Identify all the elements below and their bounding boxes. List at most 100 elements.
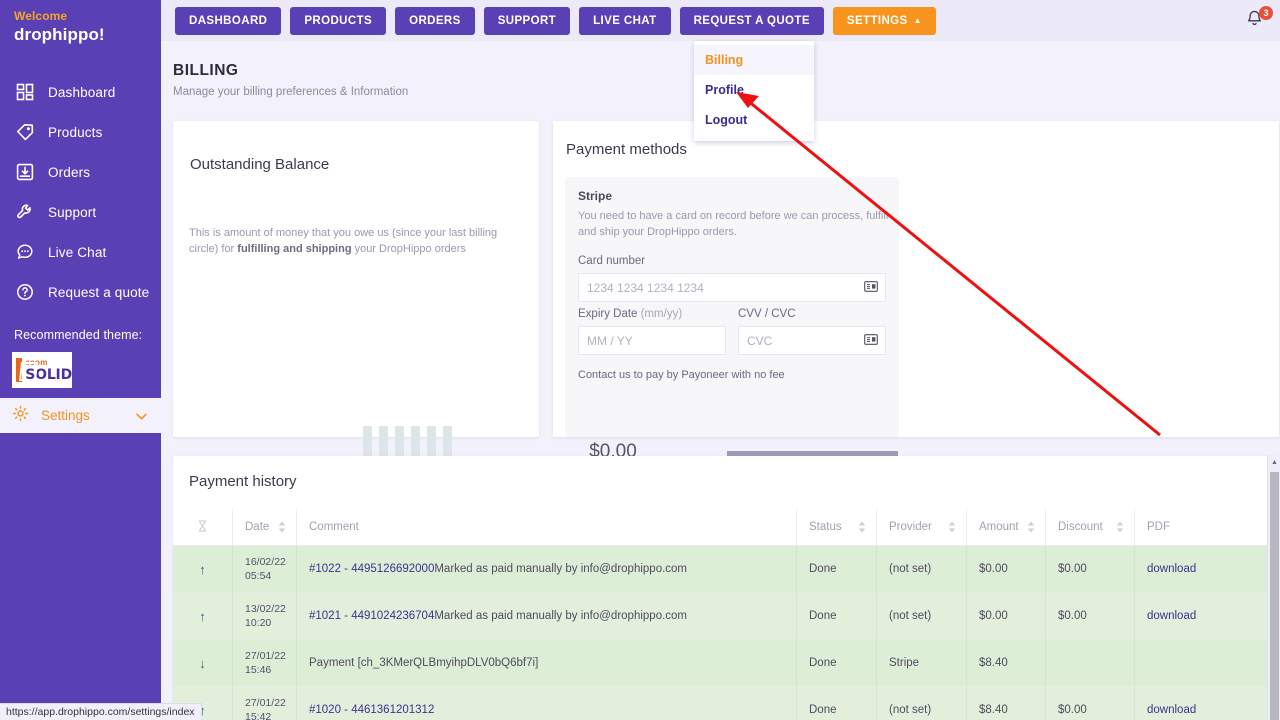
balance-desc-bold: fulfilling and shipping <box>237 243 351 255</box>
sort-icon[interactable] <box>858 522 866 533</box>
download-link[interactable]: download <box>1147 704 1196 716</box>
scroll-up-arrow-icon[interactable]: ▲ <box>1268 455 1280 470</box>
cell-direction: ↑ <box>173 593 233 639</box>
column-header-amount[interactable]: Amount <box>967 509 1046 545</box>
column-header-status[interactable]: Status <box>797 509 877 545</box>
nav-button-orders[interactable]: ORDERS <box>395 7 475 35</box>
cell-direction: ↑ <box>173 546 233 592</box>
comment-text: Marked as paid manually by info@drophipp… <box>434 563 687 575</box>
sidebar-item-request-a-quote[interactable]: Request a quote <box>0 272 161 312</box>
nav-button-request-a-quote[interactable]: REQUEST A QUOTE <box>680 7 824 35</box>
scrollbar-thumb[interactable] <box>1270 472 1279 720</box>
column-header-direction[interactable] <box>173 509 233 545</box>
welcome-block: Welcome drophippo! <box>0 0 161 60</box>
column-header-date-label: Date <box>245 521 269 533</box>
card-number-label: Card number <box>578 255 886 267</box>
chat-bubble-icon <box>14 242 35 263</box>
stripe-provider-name: Stripe <box>578 189 612 203</box>
menu-item-profile[interactable]: Profile <box>694 75 814 105</box>
column-header-date[interactable]: Date <box>233 509 297 545</box>
cell-amount-value: $0.00 <box>979 610 1008 622</box>
nav-button-dashboard[interactable]: DASHBOARD <box>175 7 281 35</box>
expiry-date-input[interactable]: MM / YY <box>578 326 726 355</box>
cell-amount-value: $8.40 <box>979 657 1008 669</box>
notification-count-badge: 3 <box>1259 6 1273 20</box>
card-number-input[interactable]: 1234 1234 1234 1234 <box>578 273 886 302</box>
column-header-provider[interactable]: Provider <box>877 509 967 545</box>
browser-status-bar: https://app.drophippo.com/settings/index <box>0 703 202 720</box>
download-link[interactable]: download <box>1147 610 1196 622</box>
table-row[interactable]: ↑13/02/2210:20#1021 - 4491024236704 Mark… <box>173 593 1268 640</box>
status-url: https://app.drophippo.com/settings/index <box>6 706 195 718</box>
cell-provider-value: (not set) <box>889 610 931 622</box>
cell-date: 27/01/2215:42 <box>233 687 297 720</box>
cell-comment: #1020 - 4461361201312 <box>297 687 797 720</box>
nav-button-live-chat[interactable]: LIVE CHAT <box>579 7 670 35</box>
sidebar-item-label: Dashboard <box>48 85 115 100</box>
sort-icon[interactable] <box>1027 522 1035 533</box>
cell-status: Done <box>797 640 877 686</box>
menu-item-logout[interactable]: Logout <box>694 105 814 135</box>
table-body: ↑16/02/2205:54#1022 - 4495126692000 Mark… <box>173 546 1268 720</box>
column-header-discount[interactable]: Discount <box>1046 509 1135 545</box>
comment-text: Payment [ch_3KMerQLBmyihpDLV0bQ6bf7i] <box>309 657 538 669</box>
sidebar-item-label: Support <box>48 205 96 220</box>
notifications-bell[interactable]: 3 <box>1245 9 1271 35</box>
sidebar-item-support[interactable]: Support <box>0 192 161 232</box>
sidebar-item-orders[interactable]: Orders <box>0 152 161 192</box>
sort-icon[interactable] <box>948 522 956 533</box>
balance-description: This is amount of money that you owe us … <box>189 225 517 257</box>
table-row[interactable]: ↑16/02/2205:54 #1022 - 4495126692000 Mark… <box>173 546 1268 593</box>
arrow-up-icon: ↑ <box>199 610 206 623</box>
payment-methods-title: Payment methods <box>566 141 687 158</box>
nav-button-products[interactable]: PRODUCTS <box>290 7 386 35</box>
payment-history-table: Date Comment Status <box>173 509 1268 720</box>
table-row[interactable]: ↓27/01/2215:46Payment [ch_3KMerQLBmyihpD… <box>173 640 1268 687</box>
vertical-scrollbar[interactable]: ▲ <box>1267 455 1280 720</box>
payment-history-title: Payment history <box>189 473 297 490</box>
column-header-pdf[interactable]: PDF <box>1135 509 1268 545</box>
column-header-comment[interactable]: Comment <box>297 509 797 545</box>
card-number-placeholder: 1234 1234 1234 1234 <box>587 281 704 295</box>
theme-logo-ecom-solid[interactable]: ecom SOLID <box>12 352 72 388</box>
page-subtitle: Manage your billing preferences & Inform… <box>173 86 408 98</box>
order-reference-link[interactable]: #1021 - 4491024236704 <box>309 610 434 622</box>
menu-item-billing[interactable]: Billing <box>694 45 814 75</box>
column-header-pdf-label: PDF <box>1147 521 1170 533</box>
cell-provider: (not set) <box>877 546 967 592</box>
sort-icon[interactable] <box>278 522 286 533</box>
cell-pdf[interactable]: download <box>1135 546 1268 592</box>
order-reference-link[interactable]: #1020 - 4461361201312 <box>309 704 434 716</box>
cell-pdf <box>1135 640 1268 686</box>
cell-pdf[interactable]: download <box>1135 687 1268 720</box>
nav-button-support[interactable]: SUPPORT <box>484 7 570 35</box>
table-row[interactable]: ↑27/01/2215:42#1020 - 4461361201312Done(… <box>173 687 1268 720</box>
nav-button-settings-label: SETTINGS <box>847 15 908 27</box>
sort-icon[interactable] <box>1116 522 1124 533</box>
sidebar-item-dashboard[interactable]: Dashboard <box>0 72 161 112</box>
cell-discount-value: $0.00 <box>1058 563 1087 575</box>
expiry-date-label-text: Expiry Date <box>578 308 637 320</box>
sidebar-item-settings[interactable]: Settings <box>0 398 161 433</box>
sidebar-item-products[interactable]: Products <box>0 112 161 152</box>
sidebar-item-label: Orders <box>48 165 90 180</box>
stripe-panel: Stripe You need to have a card on record… <box>565 177 899 437</box>
balance-card-title: Outstanding Balance <box>190 156 329 173</box>
download-link[interactable]: download <box>1147 563 1196 575</box>
order-reference-link[interactable]: #1022 - 4495126692000 <box>309 563 434 575</box>
hourglass-icon <box>198 520 207 535</box>
sidebar-item-live-chat[interactable]: Live Chat <box>0 232 161 272</box>
cell-status: Done <box>797 687 877 720</box>
cvv-input[interactable]: CVC <box>738 326 886 355</box>
cell-pdf[interactable]: download <box>1135 593 1268 639</box>
nav-button-settings[interactable]: SETTINGS ▲ <box>833 7 936 35</box>
cell-amount: $0.00 <box>967 593 1046 639</box>
cell-provider: (not set) <box>877 687 967 720</box>
cell-date: 16/02/2205:54 <box>233 546 297 592</box>
cell-provider-value: Stripe <box>889 657 919 669</box>
cell-provider: Stripe <box>877 640 967 686</box>
arrow-down-icon: ↓ <box>199 657 206 670</box>
column-header-provider-label: Provider <box>889 521 932 533</box>
cell-discount: $0.00 <box>1046 687 1135 720</box>
column-header-comment-label: Comment <box>309 521 359 533</box>
